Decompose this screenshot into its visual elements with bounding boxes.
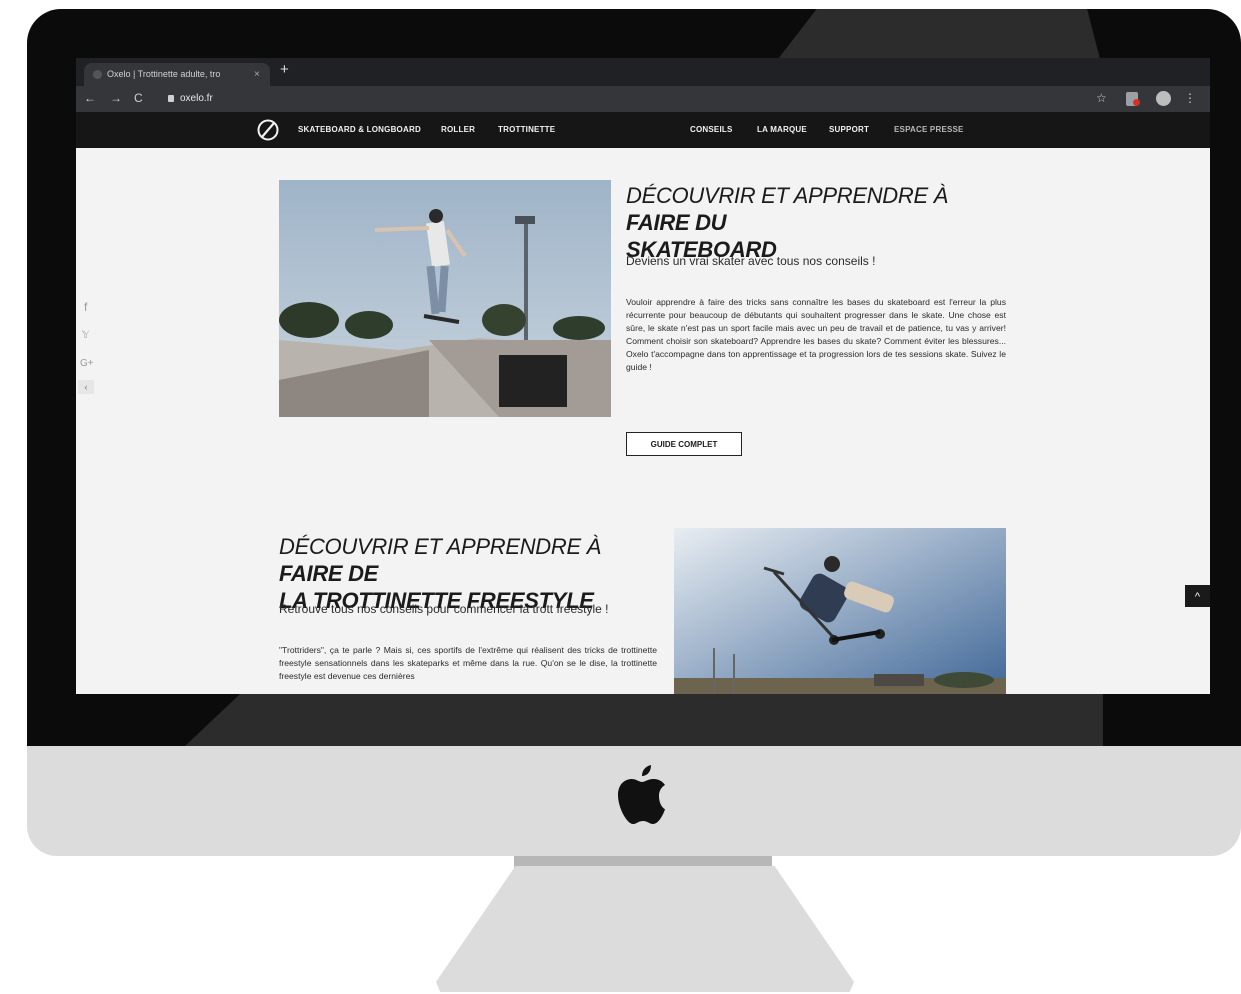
skateboard-photo — [279, 180, 611, 417]
bookmark-star-icon[interactable]: ☆ — [1096, 91, 1107, 105]
nav-roller[interactable]: ROLLER — [441, 125, 475, 134]
tab-title: Oxelo | Trottinette adulte, tro — [107, 69, 221, 79]
trottinette-photo — [674, 528, 1006, 694]
browser-toolbar: ← → C oxelo.fr ☆ ⋮ — [76, 86, 1210, 112]
extension-badge — [1133, 99, 1140, 106]
nav-skateboard-longboard[interactable]: SKATEBOARD & LONGBOARD — [298, 125, 421, 134]
back-icon[interactable]: ← — [84, 91, 96, 105]
favicon-icon — [93, 70, 102, 79]
forward-icon[interactable]: → — [110, 91, 122, 105]
browser-tab-bar: Oxelo | Trottinette adulte, tro × + — [76, 58, 1210, 86]
lock-icon — [168, 95, 174, 102]
share-toggle-button[interactable]: ‹ — [78, 380, 94, 394]
nav-la-marque[interactable]: LA MARQUE — [757, 125, 807, 134]
section1-title: DÉCOUVRIR ET APPRENDRE À FAIRE DU SKATEBO… — [626, 183, 949, 262]
nav-trottinette[interactable]: TROTTINETTE — [498, 125, 555, 134]
apple-logo-icon — [618, 765, 665, 824]
profile-avatar[interactable] — [1156, 91, 1171, 106]
scroll-to-top-button[interactable]: ^ — [1185, 585, 1210, 607]
section1-subtitle: Deviens un vrai skater avec tous nos con… — [626, 254, 876, 268]
nav-conseils[interactable]: CONSEILS — [690, 125, 733, 134]
bezel-glare — [185, 694, 1103, 746]
address-bar[interactable]: oxelo.fr — [160, 90, 1140, 108]
screen: Oxelo | Trottinette adulte, tro × + ← → … — [76, 58, 1210, 694]
bezel-glare — [778, 9, 1100, 59]
browser-menu-icon[interactable]: ⋮ — [1184, 91, 1196, 105]
oxelo-logo-icon[interactable] — [256, 118, 280, 142]
google-plus-icon[interactable]: G+ — [80, 358, 94, 369]
section1-body: Vouloir apprendre à faire des tricks san… — [626, 297, 1006, 372]
section2-body: "Trottriders", ça te parle ? Mais si, ce… — [279, 645, 657, 681]
nav-espace-presse[interactable]: ESPACE PRESSE — [894, 125, 964, 134]
new-tab-button[interactable]: + — [280, 61, 289, 78]
url-text: oxelo.fr — [180, 93, 213, 104]
tab-close-icon[interactable]: × — [254, 63, 260, 86]
nav-support[interactable]: SUPPORT — [829, 125, 869, 134]
reload-icon[interactable]: C — [134, 91, 143, 105]
section2-subtitle: Retrouve tous nos conseils pour commence… — [279, 602, 609, 616]
browser-tab[interactable]: Oxelo | Trottinette adulte, tro × — [84, 63, 270, 86]
monitor-stand — [436, 866, 854, 992]
site-navigation: SKATEBOARD & LONGBOARD ROLLER TROTTINETT… — [76, 112, 1210, 148]
guide-complet-button[interactable]: GUIDE COMPLET — [626, 432, 742, 456]
twitter-icon[interactable]: 𝕐 — [82, 330, 89, 341]
facebook-icon[interactable]: f — [84, 300, 87, 314]
